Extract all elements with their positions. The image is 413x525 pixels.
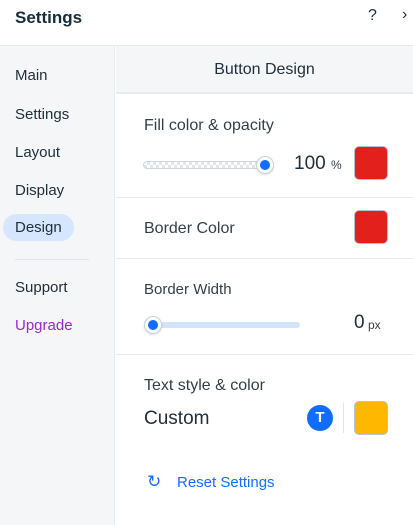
sidebar-item-design[interactable]: Design [3, 214, 74, 241]
text-style-value: Custom [144, 408, 210, 429]
panel-header: Button Design [116, 46, 413, 94]
main-panel: Button Design Fill color & opacity 100 %… [116, 46, 413, 525]
reset-icon: ↻ [147, 472, 162, 491]
section-divider [116, 197, 413, 198]
sidebar-item-settings[interactable]: Settings [15, 106, 69, 123]
page-title: Settings [15, 8, 83, 27]
border-width-slider-track[interactable] [153, 322, 300, 328]
sidebar-item-support[interactable]: Support [15, 279, 68, 296]
border-width-value[interactable]: 0 [354, 312, 365, 334]
opacity-unit: % [331, 158, 342, 172]
border-width-unit: px [368, 318, 381, 332]
text-color-swatch[interactable] [354, 401, 388, 435]
opacity-slider-track[interactable] [143, 161, 265, 169]
fill-color-swatch[interactable] [354, 146, 388, 180]
help-icon[interactable]: ? [368, 7, 377, 25]
text-style-label: Text style & color [144, 377, 265, 394]
close-icon[interactable]: › [402, 6, 407, 24]
border-color-label: Border Color [144, 220, 235, 237]
sidebar-divider [15, 259, 89, 260]
panel-title: Button Design [214, 61, 315, 78]
header: Settings ? › [0, 0, 413, 46]
text-style-icon[interactable]: T [307, 405, 333, 431]
sidebar-item-main[interactable]: Main [15, 67, 48, 84]
sidebar: Main Settings Layout Display Design Supp… [0, 46, 115, 525]
border-color-swatch[interactable] [354, 210, 388, 244]
reset-settings-label: Reset Settings [177, 474, 275, 491]
section-divider [116, 354, 413, 355]
sidebar-item-upgrade[interactable]: Upgrade [15, 317, 73, 334]
border-width-label: Border Width [144, 281, 232, 298]
sidebar-item-layout[interactable]: Layout [15, 144, 60, 161]
sidebar-item-display[interactable]: Display [15, 182, 64, 199]
separator [343, 403, 344, 433]
border-width-slider-thumb[interactable] [145, 317, 161, 333]
section-divider [116, 258, 413, 259]
opacity-slider-thumb[interactable] [257, 157, 273, 173]
opacity-value[interactable]: 100 [294, 153, 326, 175]
fill-label: Fill color & opacity [144, 117, 274, 134]
